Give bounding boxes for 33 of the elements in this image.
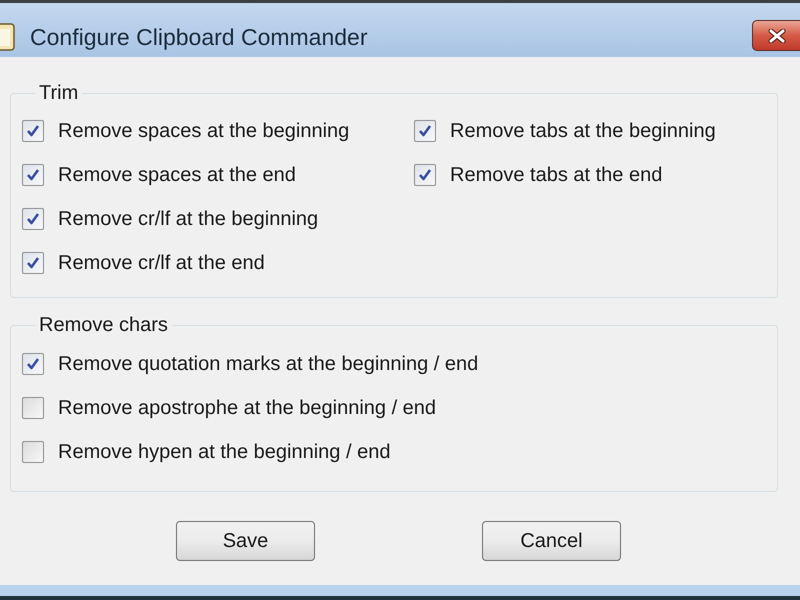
check-icon [26, 212, 40, 226]
checkbox[interactable] [22, 397, 44, 419]
checkbox[interactable] [22, 208, 44, 230]
checkbox[interactable] [22, 441, 44, 463]
group-label: Trim [38, 81, 80, 105]
check-icon [26, 124, 40, 138]
checkbox[interactable] [22, 252, 44, 274]
checkbox-label[interactable]: Remove tabs at the end [450, 163, 662, 187]
dialog-button[interactable]: Save [176, 521, 315, 561]
check-icon [26, 357, 40, 371]
check-icon [418, 168, 432, 182]
checkbox[interactable] [22, 120, 44, 142]
checkbox-label[interactable]: Remove cr/lf at the end [58, 251, 265, 275]
close-icon [768, 28, 786, 42]
close-button[interactable] [752, 20, 800, 51]
checkbox[interactable] [414, 120, 436, 142]
checkbox-label[interactable]: Remove quotation marks at the beginning / end [58, 352, 478, 376]
checkbox-label[interactable]: Remove spaces at the beginning [58, 119, 350, 143]
check-icon [26, 168, 40, 182]
check-icon [418, 124, 432, 138]
checkbox-label[interactable]: Remove hypen at the beginning / end [58, 440, 390, 464]
checkbox-label[interactable]: Remove apostrophe at the beginning / end [58, 396, 436, 420]
dialog-button[interactable]: Cancel [482, 521, 621, 561]
check-icon [26, 256, 40, 270]
checkbox-label[interactable]: Remove tabs at the beginning [450, 119, 716, 143]
window-icon [0, 23, 15, 51]
checkbox-label[interactable]: Remove cr/lf at the beginning [58, 207, 318, 231]
checkbox[interactable] [414, 164, 436, 186]
checkbox[interactable] [22, 353, 44, 375]
group-label: Remove chars [38, 313, 169, 337]
checkbox[interactable] [22, 164, 44, 186]
window-title: Configure Clipboard Commander [30, 23, 368, 52]
checkbox-label[interactable]: Remove spaces at the end [58, 163, 296, 187]
